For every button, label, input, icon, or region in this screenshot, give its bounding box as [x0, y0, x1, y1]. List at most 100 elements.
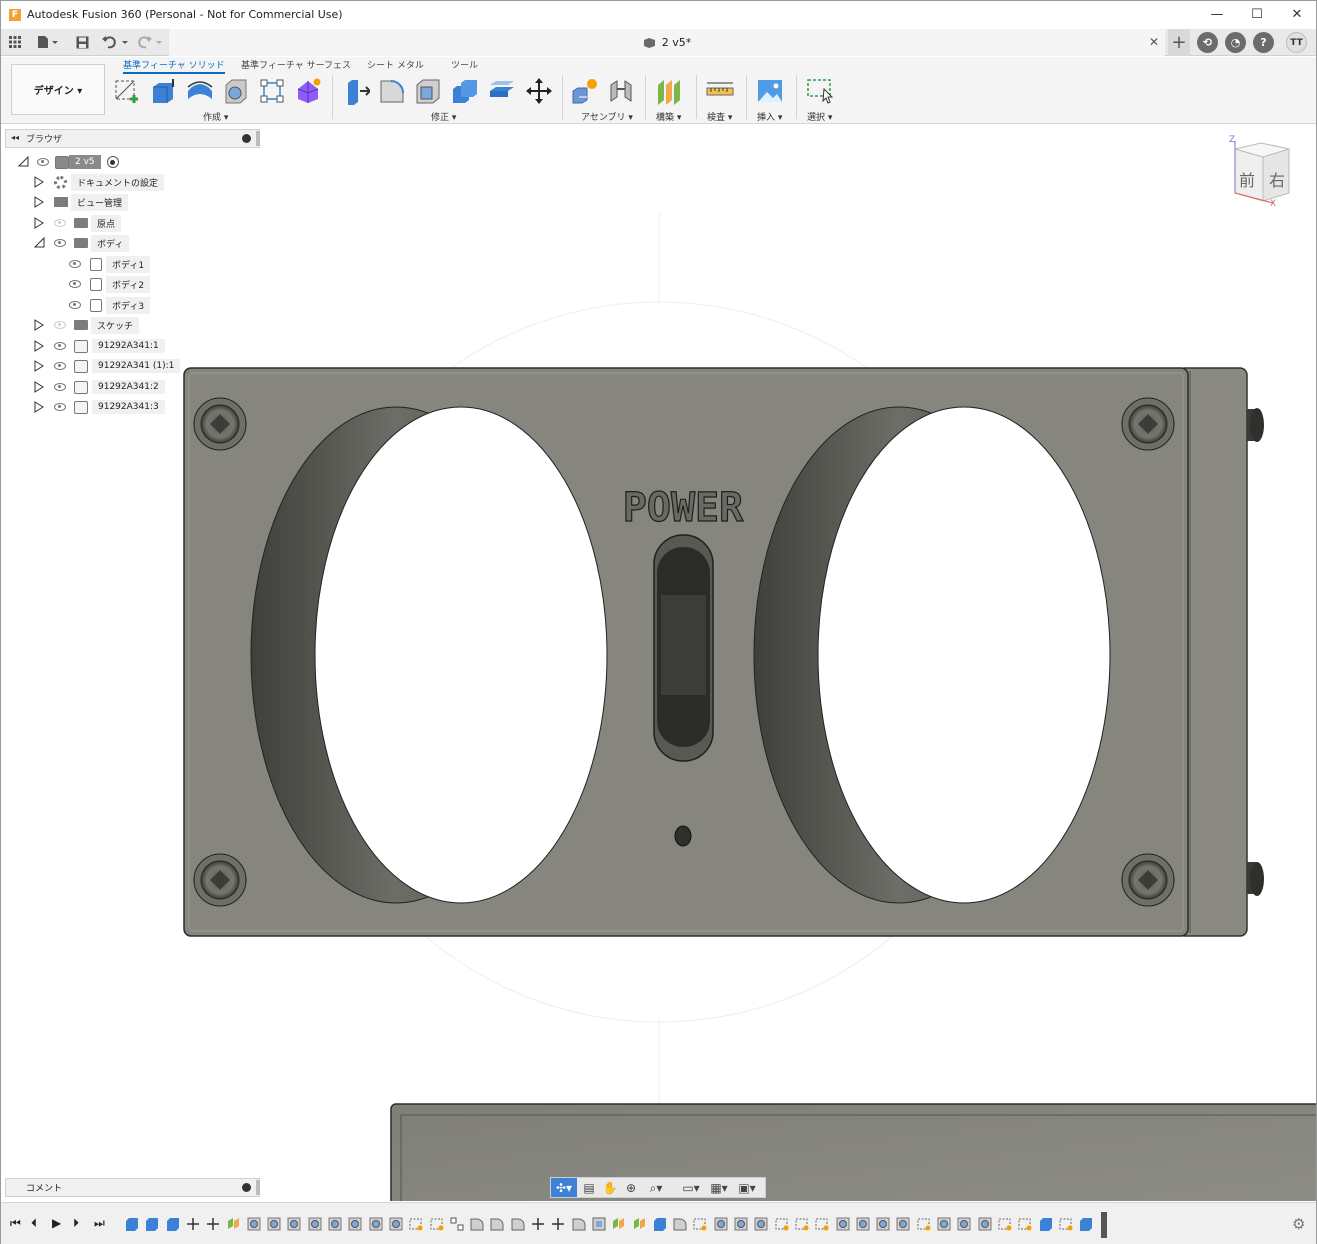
new-component-icon[interactable] — [571, 77, 599, 105]
tree-item-origin[interactable]: 原点 — [34, 214, 122, 232]
timeline-marker[interactable] — [1101, 1212, 1107, 1238]
tab-solid[interactable]: 基準フィーチャ ソリッド — [123, 58, 225, 74]
timeline-feature-hole-icon[interactable] — [856, 1217, 870, 1231]
comments-add-icon[interactable] — [242, 1183, 251, 1192]
timeline-feature-plane-icon[interactable] — [633, 1217, 647, 1231]
new-tab-button[interactable]: + — [1168, 29, 1190, 56]
timeline-feature-box-icon[interactable] — [653, 1217, 667, 1231]
timeline-feature-sketch-icon[interactable] — [795, 1217, 809, 1231]
model-canvas[interactable]: POWER — [1, 125, 1316, 1201]
timeline-feature-move-icon[interactable] — [206, 1217, 220, 1231]
display-settings-icon[interactable]: ▭▾ — [679, 1181, 703, 1195]
timeline-feature-hole-icon[interactable] — [308, 1217, 322, 1231]
timeline-feature-plane-icon[interactable] — [227, 1217, 241, 1231]
workspace-switcher-button[interactable]: デザイン ▾ — [11, 64, 105, 115]
tree-item-label[interactable]: ボディ1 — [106, 255, 151, 273]
timeline-feature-sketch-icon[interactable] — [775, 1217, 789, 1231]
tree-item-body2[interactable]: ボディ2 — [69, 275, 151, 293]
tree-item-component[interactable]: 91292A341:3 — [34, 398, 165, 416]
screw-top-right[interactable] — [1121, 397, 1175, 451]
timeline-feature-hole-icon[interactable] — [287, 1217, 301, 1231]
timeline-feature-fillet-icon[interactable] — [511, 1217, 525, 1231]
timeline-feature-move-icon[interactable] — [186, 1217, 200, 1231]
visibility-eye-icon[interactable] — [69, 260, 81, 268]
timeline-feature-hole-icon[interactable] — [247, 1217, 261, 1231]
tree-item-label[interactable]: ボディ3 — [106, 296, 151, 314]
timeline-feature-hole-icon[interactable] — [876, 1217, 890, 1231]
press-pull-icon[interactable] — [342, 77, 370, 105]
timeline-feature-sketch-icon[interactable] — [693, 1217, 707, 1231]
viewports-icon[interactable]: ▣▾ — [735, 1181, 759, 1195]
save-icon[interactable] — [73, 33, 91, 51]
timeline-feature-shell-icon[interactable] — [592, 1217, 606, 1231]
tree-item-label[interactable]: 91292A341 (1):1 — [92, 359, 181, 373]
step-forward-icon[interactable]: ⏵ — [73, 1216, 79, 1231]
insert-image-icon[interactable] — [756, 77, 784, 105]
comments-resize-handle[interactable] — [256, 1180, 260, 1195]
timeline-feature-fillet-icon[interactable] — [470, 1217, 484, 1231]
data-panel-grid-icon[interactable] — [7, 33, 23, 51]
timeline-feature-hole-icon[interactable] — [714, 1217, 728, 1231]
visibility-eye-icon[interactable] — [54, 362, 66, 370]
timeline-feature-hole-icon[interactable] — [348, 1217, 362, 1231]
inspect-group-label[interactable]: 検査 ▾ — [707, 110, 732, 123]
timeline-feature-hole-icon[interactable] — [836, 1217, 850, 1231]
timeline-feature-plane-icon[interactable] — [612, 1217, 626, 1231]
expand-triangle-icon[interactable] — [34, 217, 44, 229]
tree-item-label[interactable]: スケッチ — [91, 316, 140, 334]
extrude-icon[interactable] — [149, 77, 177, 105]
collapse-browser-icon[interactable]: ◂◂ — [11, 133, 19, 142]
viewcube-right-label[interactable]: 右 — [1269, 167, 1285, 191]
expand-triangle-icon[interactable] — [34, 381, 44, 393]
timeline-feature-sketch-icon[interactable] — [1018, 1217, 1032, 1231]
window-select-icon[interactable] — [806, 77, 834, 105]
shell-icon[interactable] — [414, 77, 442, 105]
modify-group-label[interactable]: 修正 ▾ — [431, 110, 456, 123]
tree-item-label[interactable]: 91292A341:3 — [92, 400, 165, 414]
rectangular-pattern-icon[interactable] — [258, 77, 286, 105]
tree-item-named-views[interactable]: ビュー管理 — [34, 193, 129, 211]
tree-root-label[interactable]: 2 v5 — [69, 155, 101, 169]
timeline-feature-hole-icon[interactable] — [267, 1217, 281, 1231]
tree-item-sketches[interactable]: スケッチ — [34, 316, 140, 334]
expand-triangle-icon[interactable] — [34, 340, 44, 352]
expand-triangle-icon[interactable] — [34, 319, 44, 331]
tree-item-document-settings[interactable]: ドキュメントの設定 — [34, 173, 165, 191]
timeline-feature-box-icon[interactable] — [145, 1217, 159, 1231]
orbit-icon[interactable]: ✣▾ — [551, 1178, 577, 1197]
tree-root[interactable]: 2 v5 — [18, 153, 119, 171]
visibility-eye-icon[interactable] — [54, 342, 66, 350]
hole-icon[interactable] — [222, 77, 250, 105]
visibility-eye-icon[interactable] — [69, 280, 81, 288]
timeline-feature-move-icon[interactable] — [531, 1217, 545, 1231]
timeline-feature-sketch-icon[interactable] — [430, 1217, 444, 1231]
timeline-feature-sketch-icon[interactable] — [917, 1217, 931, 1231]
timeline-feature-hole-icon[interactable] — [754, 1217, 768, 1231]
bottom-body[interactable] — [390, 1103, 1316, 1201]
collapse-triangle-icon[interactable] — [34, 237, 46, 249]
move-copy-icon[interactable] — [525, 77, 553, 105]
visibility-eye-icon[interactable] — [54, 239, 66, 247]
timeline-feature-hole-icon[interactable] — [978, 1217, 992, 1231]
visibility-eye-icon[interactable] — [54, 383, 66, 391]
tree-item-body1[interactable]: ボディ1 — [69, 255, 151, 273]
viewcube-front-label[interactable]: 前 — [1239, 167, 1255, 191]
tree-item-component[interactable]: 91292A341:1 — [34, 337, 165, 355]
timeline-feature-hole-icon[interactable] — [369, 1217, 383, 1231]
tree-item-component[interactable]: 91292A341 (1):1 — [34, 357, 181, 375]
visibility-eye-icon[interactable] — [37, 158, 49, 166]
undo-icon[interactable] — [101, 33, 131, 51]
tree-item-label[interactable]: 91292A341:1 — [92, 339, 165, 353]
timeline-feature-pattern-icon[interactable] — [450, 1217, 464, 1231]
comments-panel-header[interactable]: コメント — [5, 1178, 260, 1197]
timeline-feature-box-icon[interactable] — [125, 1217, 139, 1231]
measure-icon[interactable] — [706, 77, 734, 105]
front-panel-body[interactable]: POWER — [183, 367, 1189, 937]
3d-viewport[interactable]: POWER 前 右 Z X — [1, 125, 1316, 1201]
timeline-feature-sketch-icon[interactable] — [409, 1217, 423, 1231]
revolve-icon[interactable] — [186, 77, 214, 105]
tree-item-label[interactable]: ビュー管理 — [71, 193, 129, 211]
tree-item-label[interactable]: ボディ — [91, 234, 130, 252]
tree-item-label[interactable]: ボディ2 — [106, 275, 151, 293]
timeline-feature-sketch-icon[interactable] — [815, 1217, 829, 1231]
